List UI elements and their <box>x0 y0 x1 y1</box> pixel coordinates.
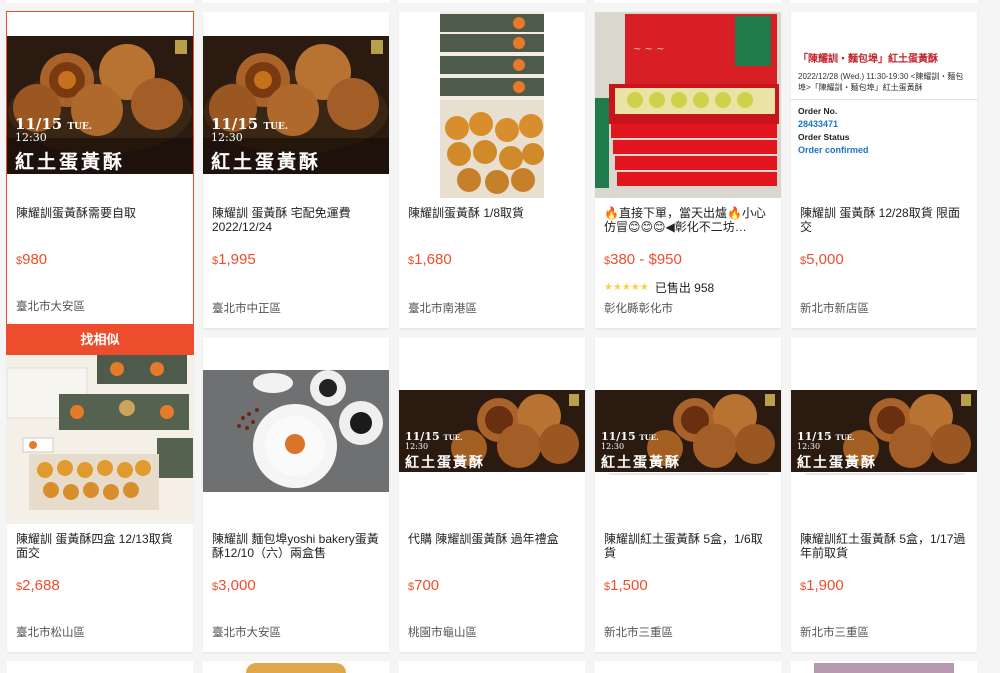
product-card[interactable]: 陳耀訓 麵包埠yoshi bakery蛋黃酥12/10（六）兩盒售 $3,000… <box>203 338 389 652</box>
product-grid: 11/15 TUE. 12:30 紅土蛋黃酥 陳耀訓蛋黃酥需要自取 $980 臺… <box>0 0 1000 673</box>
product-price: $1,900 <box>800 577 844 594</box>
product-image[interactable] <box>399 12 585 198</box>
product-price: $700 <box>408 577 440 594</box>
product-image[interactable] <box>7 338 193 524</box>
banner-name: 紅土蛋黃酥 <box>15 151 126 173</box>
card-stub <box>7 661 193 673</box>
product-card[interactable]: ~ ~ ~ 🔥直接下單，當天出爐🔥小心仿冒😊😊😊◀彰化不二坊… $380 - $… <box>595 12 781 328</box>
product-card[interactable]: 11/15 TUE. 12:30 紅土蛋黃酥 陳耀訓紅土蛋黃酥 5盒，1/6取貨… <box>595 338 781 652</box>
product-location: 臺北市大安區 <box>16 301 85 313</box>
banner-time: 12:30 <box>211 131 243 144</box>
card-stub <box>7 0 193 3</box>
product-price: $5,000 <box>800 251 844 268</box>
order-no: 28433471 <box>798 119 839 129</box>
product-title: 陳耀訓 蛋黃酥 宅配免運費 2022/12/24 <box>212 206 351 234</box>
order-heading: 「陳耀訓・麵包埠」紅土蛋黃酥 <box>798 54 938 65</box>
product-title: 陳耀訓 蛋黃酥四盒 12/13取貨面交 <box>16 532 173 560</box>
banner-name: 紅土蛋黃酥 <box>797 455 877 471</box>
banner-time: 12:30 <box>405 442 429 451</box>
product-price: $2,688 <box>16 577 60 594</box>
product-price: $1,680 <box>408 251 452 268</box>
product-title: 代購 陳耀訓蛋黃酥 過年禮盒 <box>408 532 559 546</box>
card-stub <box>791 0 977 3</box>
banner-name: 紅土蛋黃酥 <box>601 455 681 471</box>
product-price: $980 <box>16 251 48 268</box>
sold-count: 已售出 958 <box>654 280 715 295</box>
product-location: 臺北市松山區 <box>16 627 85 639</box>
product-card[interactable]: 11/15 TUE. 12:30 紅土蛋黃酥 代購 陳耀訓蛋黃酥 過年禮盒 $7… <box>399 338 585 652</box>
product-title: 陳耀訓紅土蛋黃酥 5盒，1/17過年前取貨 <box>800 532 966 560</box>
product-price: $3,000 <box>212 577 256 594</box>
product-location: 新北市新店區 <box>800 303 869 315</box>
card-stub <box>399 0 585 3</box>
order-no-label: Order No. <box>798 106 838 116</box>
banner-time: 12:30 <box>601 442 625 451</box>
product-price: $1,995 <box>212 251 256 268</box>
product-image[interactable] <box>203 338 389 524</box>
product-title: 陳耀訓蛋黃酥需要自取 <box>16 206 137 220</box>
product-card[interactable]: 陳耀訓 蛋黃酥四盒 12/13取貨面交 $2,688 臺北市松山區 <box>7 338 193 652</box>
product-price: $380 - $950 <box>604 251 682 268</box>
banner-time: 12:30 <box>797 442 821 451</box>
product-photo <box>399 12 585 198</box>
card-stub <box>399 661 585 673</box>
rating-row: ★★★★★ 已售出 958 <box>604 280 772 295</box>
product-location: 桃園市龜山區 <box>408 627 477 639</box>
product-card[interactable]: 11/15 TUE. 12:30 紅土蛋黃酥 陳耀訓 蛋黃酥 宅配免運費 202… <box>203 12 389 328</box>
product-card[interactable]: 11/15 TUE. 12:30 紅土蛋黃酥 陳耀訓蛋黃酥需要自取 $980 臺… <box>6 11 194 355</box>
card-stub <box>595 661 781 673</box>
svg-text:~ ~ ~: ~ ~ ~ <box>633 44 665 55</box>
product-location: 臺北市大安區 <box>212 627 281 639</box>
product-title: 🔥直接下單，當天出爐🔥小心仿冒😊😊😊◀彰化不二坊… <box>604 206 766 234</box>
product-title: 陳耀訓紅土蛋黃酥 5盒，1/6取貨 <box>604 532 763 560</box>
product-card[interactable]: 陳耀訓蛋黃酥 1/8取貨 $1,680 臺北市南港區 <box>399 12 585 328</box>
product-title: 陳耀訓蛋黃酥 1/8取貨 <box>408 206 525 220</box>
product-image[interactable]: 11/15 TUE. 12:30 紅土蛋黃酥 <box>595 338 781 524</box>
product-photo: ~ ~ ~ <box>595 12 781 198</box>
product-image[interactable]: 11/15 TUE. 12:30 紅土蛋黃酥 <box>203 12 389 198</box>
product-price: $1,500 <box>604 577 648 594</box>
product-image[interactable]: 11/15 TUE. 12:30 紅土蛋黃酥 <box>399 338 585 524</box>
order-status-label: Order Status <box>798 132 850 142</box>
banner-time: 12:30 <box>15 131 47 144</box>
product-image[interactable]: 11/15 TUE. 12:30 紅土蛋黃酥 <box>791 338 977 524</box>
banner-name: 紅土蛋黃酥 <box>405 455 485 471</box>
product-card[interactable]: 11/15 TUE. 12:30 紅土蛋黃酥 陳耀訓紅土蛋黃酥 5盒，1/17過… <box>791 338 977 652</box>
order-line: 2022/12/28 (Wed.) 11:30-19:30 <陳耀訓・麵包埠>「… <box>798 72 964 92</box>
product-title: 陳耀訓 蛋黃酥 12/28取貨 限面交 <box>800 206 961 234</box>
product-card[interactable]: 「陳耀訓・麵包埠」紅土蛋黃酥 2022/12/28 (Wed.) 11:30-1… <box>791 12 977 328</box>
card-stub <box>595 0 781 3</box>
product-location: 彰化縣彰化市 <box>604 303 673 315</box>
product-image[interactable]: 「陳耀訓・麵包埠」紅土蛋黃酥 2022/12/28 (Wed.) 11:30-1… <box>791 12 977 198</box>
product-title: 陳耀訓 麵包埠yoshi bakery蛋黃酥12/10（六）兩盒售 <box>212 532 379 560</box>
product-location: 臺北市中正區 <box>212 303 281 315</box>
find-similar-button[interactable]: 找相似 <box>6 324 194 355</box>
banner-name: 紅土蛋黃酥 <box>211 151 322 173</box>
product-location: 新北市三重區 <box>604 627 673 639</box>
card-stub <box>203 0 389 3</box>
product-location: 臺北市南港區 <box>408 303 477 315</box>
order-status: Order confirmed <box>798 145 869 155</box>
product-photo <box>7 338 193 524</box>
product-location: 新北市三重區 <box>800 627 869 639</box>
product-image[interactable]: 11/15 TUE. 12:30 紅土蛋黃酥 <box>7 12 193 198</box>
product-image[interactable]: ~ ~ ~ <box>595 12 781 198</box>
card-stub <box>203 661 389 673</box>
rating-stars: ★★★★★ <box>604 281 649 293</box>
product-photo <box>203 338 389 524</box>
card-stub <box>791 661 977 673</box>
